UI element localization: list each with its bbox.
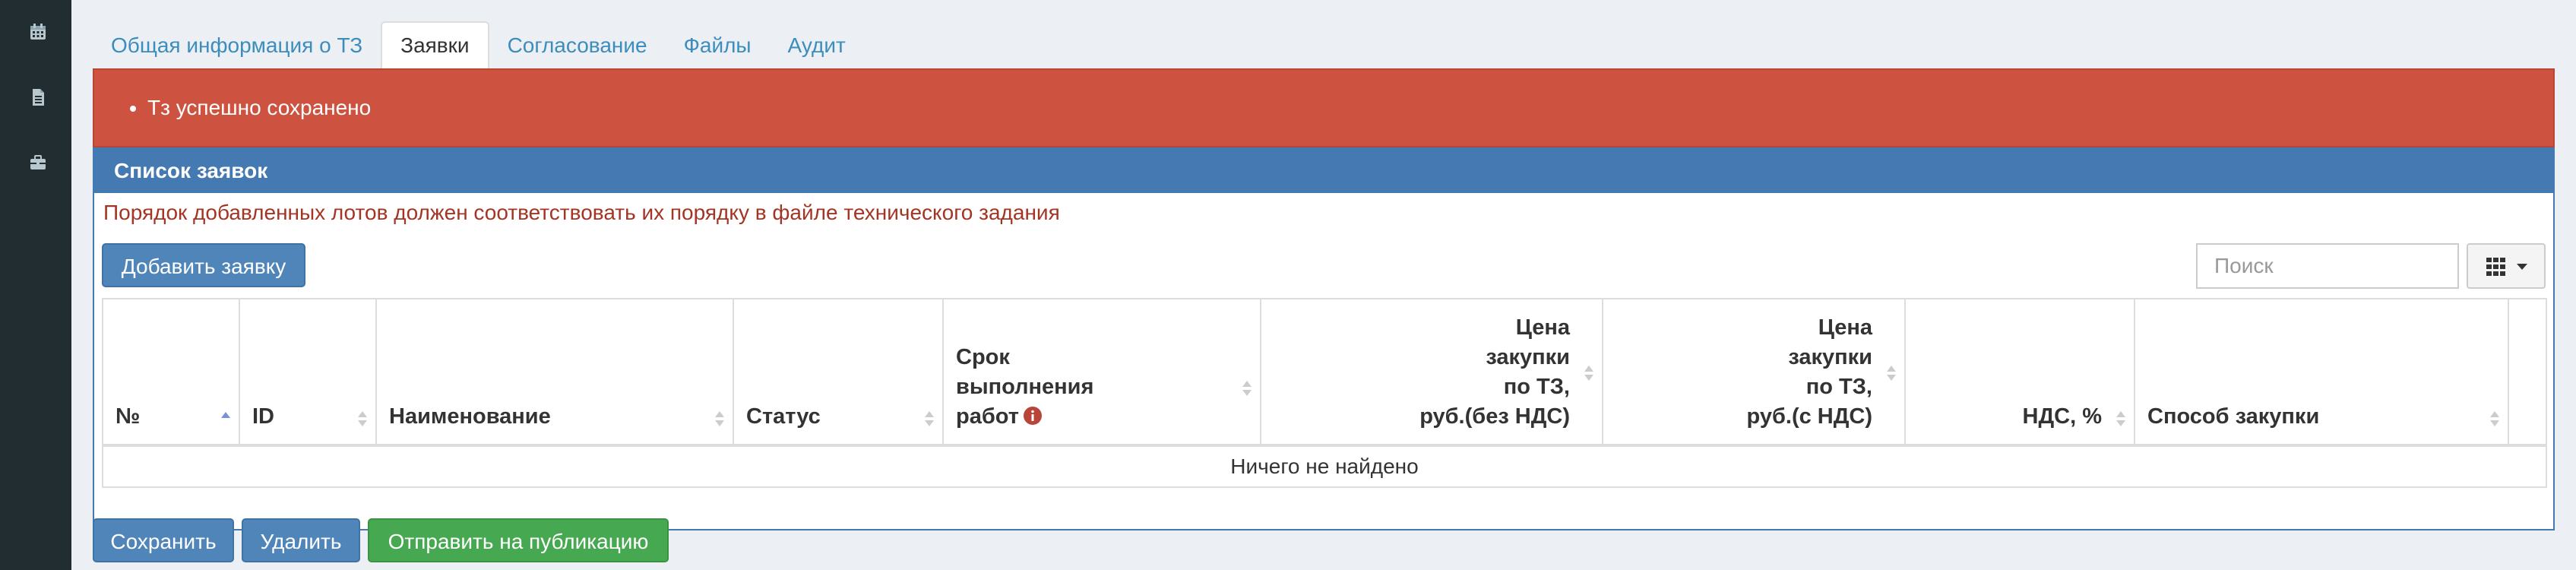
tab-files[interactable]: Файлы: [666, 23, 770, 68]
order-notice: Порядок добавленных лотов должен соответ…: [103, 201, 1060, 224]
panel-title: Список заявок: [94, 149, 2553, 193]
empty-message: Ничего не найдено: [1230, 454, 1419, 478]
column-header-label: Статус: [746, 404, 821, 429]
tab-audit[interactable]: Аудит: [770, 23, 864, 68]
document-icon[interactable]: [27, 87, 49, 108]
sort-asc-icon: [220, 409, 231, 429]
column-header-label: Цена закупки по ТЗ, руб.(без НДС): [1419, 315, 1570, 429]
sort-icon: [924, 409, 935, 429]
publish-button[interactable]: Отправить на публикацию: [368, 518, 669, 562]
column-status[interactable]: Статус: [734, 299, 944, 444]
sort-icon: [2116, 409, 2126, 429]
column-number[interactable]: №: [103, 299, 240, 444]
applications-panel: Список заявок Порядок добавленных лотов …: [93, 147, 2555, 530]
success-alert: Тз успешно сохранено: [93, 68, 2555, 147]
tab-general-info[interactable]: Общая информация о ТЗ: [93, 23, 381, 68]
columns-toggle-button[interactable]: [2467, 243, 2546, 289]
tab-applications[interactable]: Заявки: [381, 21, 489, 68]
calendar-icon[interactable]: [27, 21, 49, 43]
tab-approval[interactable]: Согласование: [489, 23, 666, 68]
column-header-label: Цена закупки по ТЗ, руб.(с НДС): [1746, 315, 1872, 429]
column-header-label: Срок выполнения работ: [956, 345, 1094, 429]
column-price-with-vat[interactable]: Цена закупки по ТЗ, руб.(с НДС): [1603, 299, 1906, 444]
grid-icon: [2486, 258, 2505, 276]
alert-message: Тз успешно сохранено: [147, 94, 2553, 122]
sort-icon: [1242, 378, 1252, 398]
sidebar: [0, 0, 71, 570]
column-header-label: Наименование: [389, 404, 551, 429]
sort-icon: [2489, 409, 2500, 429]
sort-icon: [1886, 363, 1897, 383]
column-deadline[interactable]: Срок выполнения работ: [944, 299, 1261, 444]
sort-icon: [357, 409, 368, 429]
applications-table: № ID Наименование Статус Срок выполнения…: [102, 298, 2547, 488]
delete-button[interactable]: Удалить: [242, 518, 360, 562]
column-price-no-vat[interactable]: Цена закупки по ТЗ, руб.(без НДС): [1261, 299, 1603, 444]
info-icon[interactable]: [1023, 404, 1042, 425]
column-header-label: НДС, %: [2022, 404, 2102, 429]
column-header-label: Способ закупки: [2147, 404, 2320, 429]
column-header-label: №: [116, 404, 141, 429]
sort-icon: [714, 409, 725, 429]
search-input[interactable]: [2196, 243, 2459, 289]
main-content: Общая информация о ТЗ Заявки Согласовани…: [93, 21, 2555, 562]
column-name[interactable]: Наименование: [377, 299, 734, 444]
briefcase-icon[interactable]: [27, 152, 49, 173]
caret-down-icon: [2517, 264, 2527, 270]
column-procurement-method[interactable]: Способ закупки: [2135, 299, 2509, 444]
column-vat[interactable]: НДС, %: [1906, 299, 2135, 444]
sort-icon: [1584, 363, 1594, 383]
column-header-label: ID: [252, 404, 274, 429]
save-button[interactable]: Сохранить: [93, 518, 234, 562]
column-id[interactable]: ID: [240, 299, 377, 444]
tab-bar: Общая информация о ТЗ Заявки Согласовани…: [93, 21, 2555, 68]
column-actions: [2509, 299, 2546, 444]
add-application-button[interactable]: Добавить заявку: [102, 243, 305, 287]
